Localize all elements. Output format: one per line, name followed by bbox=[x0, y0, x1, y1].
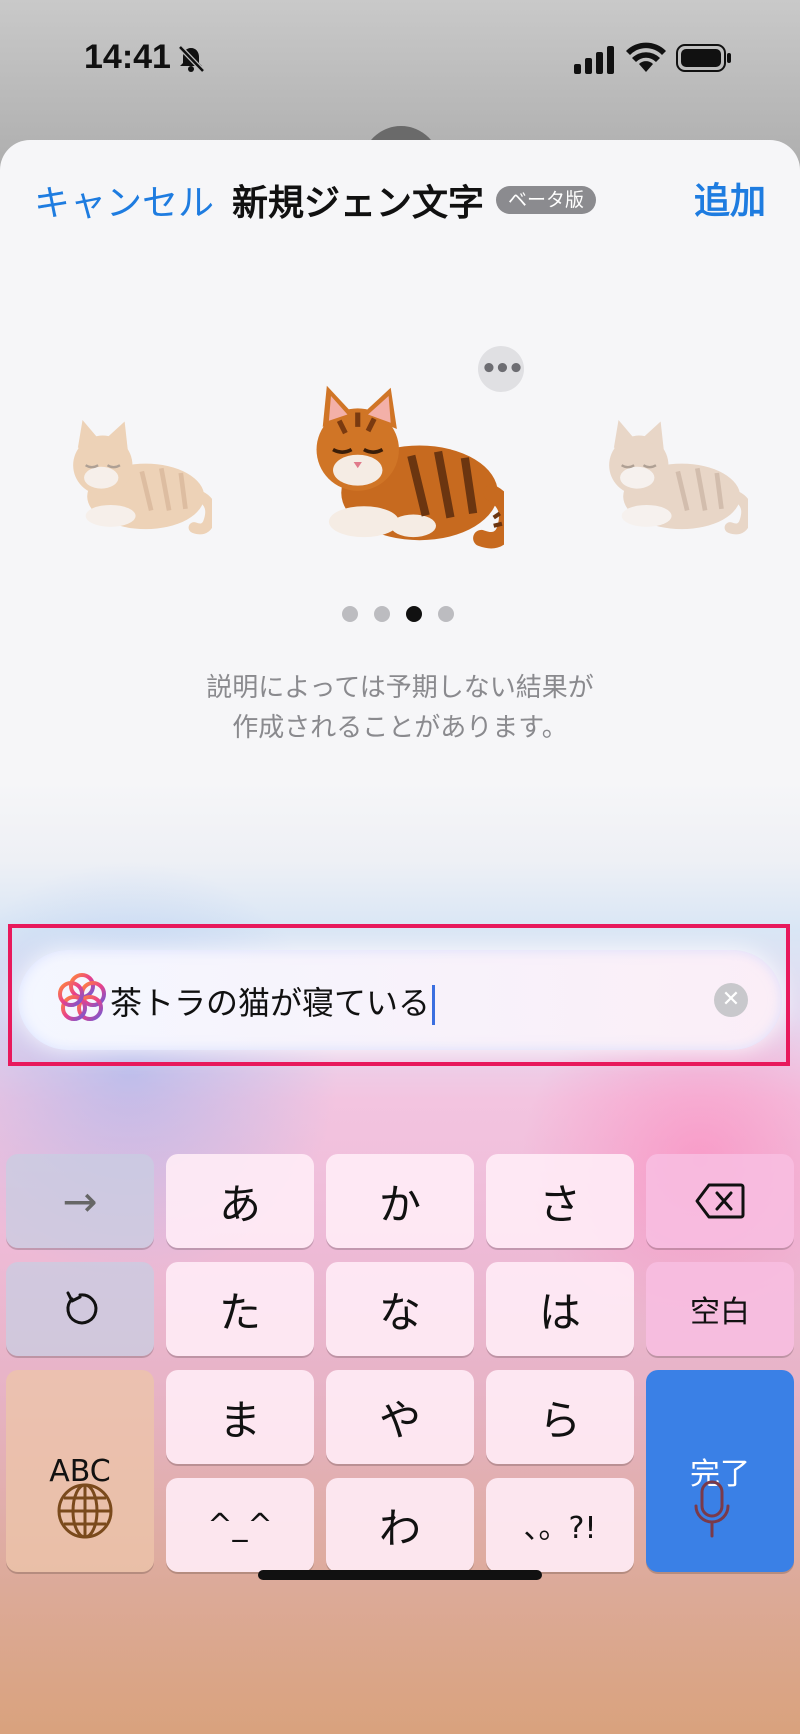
status-time: 14:41 bbox=[84, 38, 171, 76]
cancel-button[interactable]: キャンセル bbox=[34, 174, 214, 226]
abc-key[interactable]: ABC bbox=[6, 1370, 154, 1572]
disclaimer-line-1: 説明によっては予期しない結果が bbox=[206, 673, 594, 703]
genmoji-option-3-selected[interactable] bbox=[298, 378, 504, 550]
key-ra[interactable]: ら bbox=[486, 1370, 634, 1464]
disclaimer-line-2: 作成されることがあります。 bbox=[232, 713, 568, 743]
key-ya[interactable]: や bbox=[326, 1370, 474, 1464]
page-dot[interactable] bbox=[374, 606, 390, 622]
key-ha[interactable]: は bbox=[486, 1262, 634, 1356]
key-a[interactable]: あ bbox=[166, 1154, 314, 1248]
battery-icon bbox=[676, 44, 731, 72]
page-indicator[interactable] bbox=[342, 606, 454, 622]
page-dot[interactable] bbox=[342, 606, 358, 622]
home-indicator[interactable] bbox=[258, 1570, 542, 1580]
genmoji-option-1[interactable] bbox=[56, 408, 212, 538]
add-button[interactable]: 追加 bbox=[694, 172, 766, 224]
undo-key[interactable] bbox=[6, 1262, 154, 1356]
key-na[interactable]: な bbox=[326, 1262, 474, 1356]
delete-key[interactable] bbox=[646, 1154, 794, 1248]
key-ma[interactable]: ま bbox=[166, 1370, 314, 1464]
bell-slash-icon bbox=[178, 45, 205, 73]
page-dot[interactable] bbox=[438, 606, 454, 622]
beta-badge: ベータ版 bbox=[496, 186, 597, 214]
done-key[interactable]: 完了 bbox=[646, 1370, 794, 1572]
page-title: 新規ジェン文字 bbox=[232, 183, 485, 224]
disclaimer-text: 説明によっては予期しない結果が 作成されることがあります。 bbox=[0, 668, 800, 748]
key-emoticon[interactable]: ^_^ bbox=[166, 1478, 314, 1572]
key-wa[interactable]: わ bbox=[326, 1478, 474, 1572]
microphone-icon[interactable] bbox=[692, 1480, 732, 1540]
input-highlight-box bbox=[8, 924, 790, 1066]
key-next[interactable]: → bbox=[6, 1154, 154, 1248]
key-ta[interactable]: た bbox=[166, 1262, 314, 1356]
key-sa[interactable]: さ bbox=[486, 1154, 634, 1248]
genmoji-option-4[interactable] bbox=[592, 408, 748, 538]
delete-backward-icon bbox=[695, 1183, 745, 1219]
cellular-signal-icon bbox=[574, 46, 614, 74]
key-ka[interactable]: か bbox=[326, 1154, 474, 1248]
key-punctuation[interactable]: 、。?! bbox=[486, 1478, 634, 1572]
page-dot-active[interactable] bbox=[406, 606, 422, 622]
wifi-icon bbox=[626, 42, 666, 72]
space-key[interactable]: 空白 bbox=[646, 1262, 794, 1356]
undo-icon bbox=[66, 1291, 98, 1325]
globe-icon[interactable] bbox=[56, 1482, 114, 1540]
